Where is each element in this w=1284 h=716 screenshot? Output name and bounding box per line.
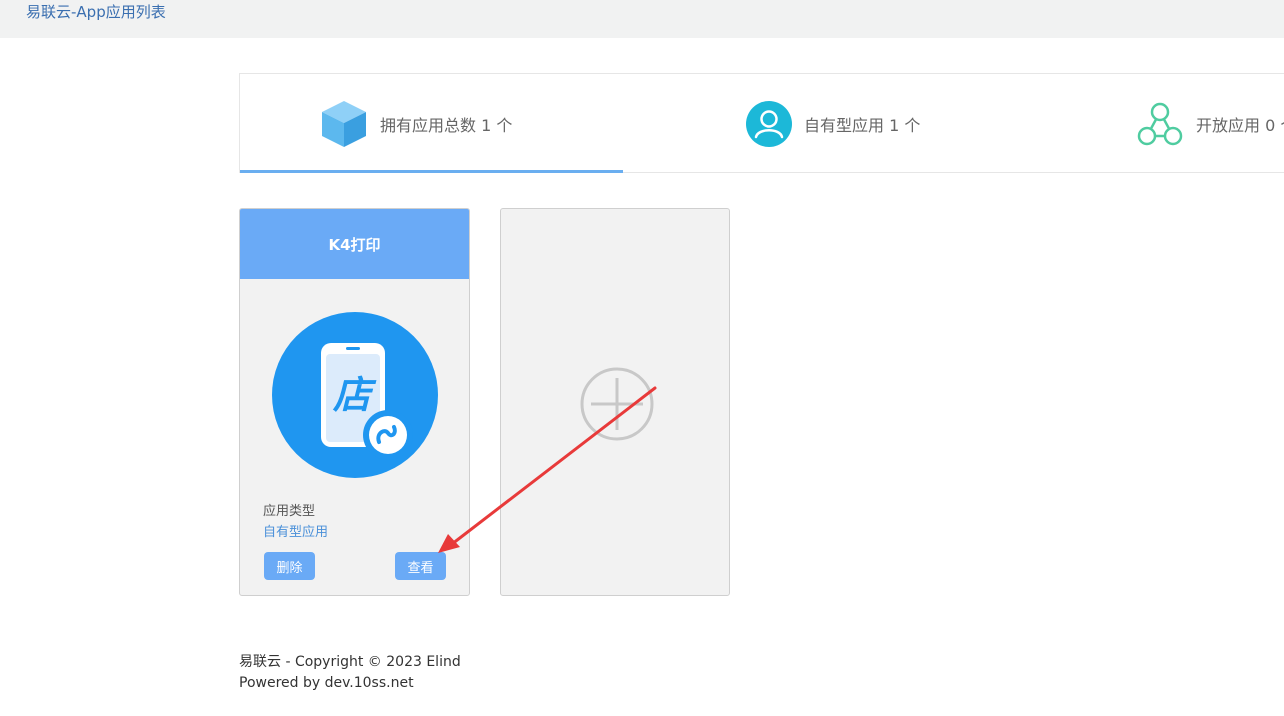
app-card-title: K4打印 [240,209,469,279]
store-phone-logo-icon: 店 [272,312,438,478]
stat-total-apps[interactable]: 拥有应用总数 1 个 [320,74,512,173]
stat-own-apps-label: 自有型应用 1 个 [804,115,921,135]
cube-icon [322,100,366,147]
network-nodes-icon [1137,102,1183,145]
footer-copyright: 易联云 - Copyright © 2023 Elind [239,654,461,670]
footer: 易联云 - Copyright © 2023 Elind Powered by … [239,652,461,694]
stat-open-apps[interactable]: 开放应用 0 个 [1136,74,1284,173]
app-logo-text: 店 [332,373,377,417]
app-type-value: 自有型应用 [263,525,329,540]
view-button[interactable]: 查看 [395,552,446,580]
stat-open-apps-label: 开放应用 0 个 [1196,115,1284,135]
delete-button[interactable]: 删除 [264,552,315,580]
top-bar: 易联云-App应用列表 [0,0,1284,38]
footer-powered: Powered by dev.10ss.net [239,675,414,691]
page-title: 易联云-App应用列表 [26,3,166,21]
user-circle-icon [746,100,792,147]
active-tab-indicator [240,170,623,173]
stats-panel: 拥有应用总数 1 个 自有型应用 1 个 开放应用 0 个 [239,73,1284,173]
stat-own-apps[interactable]: 自有型应用 1 个 [746,74,920,173]
plus-circle-icon [580,367,654,441]
app-type-label: 应用类型 [263,504,316,519]
stat-total-apps-label: 拥有应用总数 1 个 [380,115,513,135]
add-app-card[interactable] [500,208,730,596]
app-card: K4打印 店 应用类型 自有型应用 删除 查看 [239,208,470,596]
